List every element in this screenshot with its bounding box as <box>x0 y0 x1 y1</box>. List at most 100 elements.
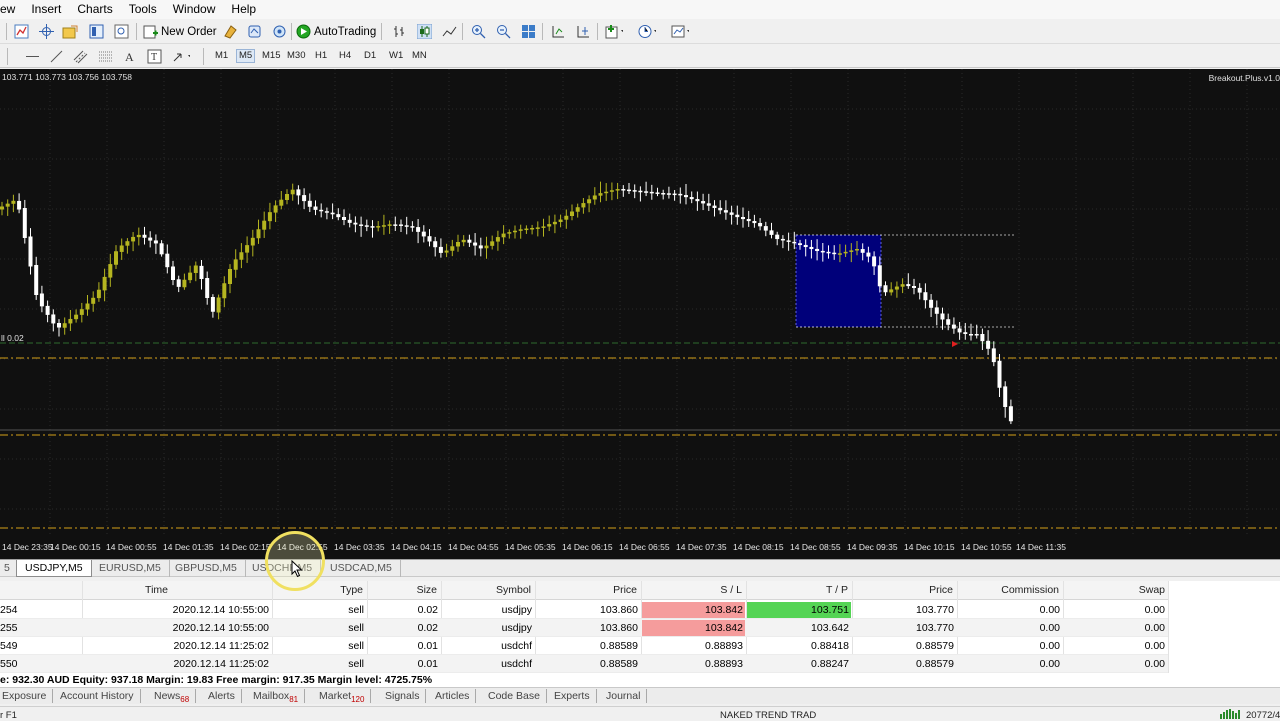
zoom-out-icon[interactable] <box>494 22 512 40</box>
autotrading-button[interactable]: AutoTrading <box>296 22 376 41</box>
time-tick-label: 14 Dec 00:55 <box>106 542 157 552</box>
cell-tp: 103.642 <box>811 622 849 634</box>
candle-body <box>193 265 198 273</box>
periods-icon[interactable] <box>638 22 656 40</box>
indicators-icon[interactable] <box>605 22 623 40</box>
menu-window[interactable]: Window <box>165 0 224 19</box>
terminal-tab-label: Account History <box>60 690 134 702</box>
trendline-icon[interactable] <box>47 47 65 65</box>
candle-body <box>906 284 911 287</box>
candle-body <box>598 193 603 196</box>
timeframe-d1[interactable]: D1 <box>362 49 378 63</box>
menu-tools[interactable]: Tools <box>121 0 165 19</box>
terminal-tab-market[interactable]: Market120 <box>313 689 372 704</box>
chart-tab-usdjpy[interactable]: USDJPY,M5 <box>16 560 92 577</box>
candle-body <box>826 251 831 254</box>
zoom-in-icon[interactable] <box>469 22 487 40</box>
crosshair-icon[interactable] <box>37 22 55 40</box>
col-sl-header[interactable]: S / L <box>720 584 742 596</box>
candle-body <box>182 279 187 288</box>
chart-tab-eurusd[interactable]: EURUSD,M5 <box>91 560 170 577</box>
terminal-tab-alerts[interactable]: Alerts <box>202 689 242 703</box>
menu-help[interactable]: Help <box>223 0 264 19</box>
timeframe-m15[interactable]: M15 <box>260 49 282 63</box>
svg-text:T: T <box>151 52 157 63</box>
terminal-tab-mailbox[interactable]: Mailbox81 <box>247 689 306 704</box>
autoscroll-icon[interactable] <box>549 22 567 40</box>
candle-body <box>456 242 460 247</box>
terminal-tab-journal[interactable]: Journal <box>600 689 648 703</box>
fibonacci-icon[interactable] <box>96 47 114 65</box>
channel-icon[interactable] <box>71 47 89 65</box>
menu-insert[interactable]: Insert <box>23 0 69 19</box>
terminal-tab-articles[interactable]: Articles <box>429 689 477 703</box>
candle-body <box>934 307 939 314</box>
col-swap-header[interactable]: Swap <box>1139 584 1165 596</box>
new-order-button[interactable]: New Order <box>143 22 217 41</box>
timeframe-h1[interactable]: H1 <box>313 49 329 63</box>
col-tp-header[interactable]: T / P <box>826 584 848 596</box>
menu-charts[interactable]: Charts <box>69 0 120 19</box>
terminal-tab-experts[interactable]: Experts <box>548 689 597 703</box>
candle-body <box>256 229 261 239</box>
col-current-price-header[interactable]: Price <box>929 584 953 596</box>
chart-tab-gbpusd[interactable]: GBPUSD,M5 <box>167 560 246 577</box>
timeframe-m5[interactable]: M5 <box>236 49 256 63</box>
price-chart[interactable]: 103.771 103.773 103.756 103.758 Breakout… <box>0 69 1280 559</box>
timeframe-w1[interactable]: W1 <box>387 49 405 63</box>
metaeditor-icon[interactable] <box>221 22 239 40</box>
chart-tab-usdcad[interactable]: USDCAD,M5 <box>322 560 401 577</box>
terminal-tab-exposure[interactable]: Exposure <box>0 689 54 703</box>
chart-shift-icon[interactable] <box>574 22 592 40</box>
candle-body <box>535 227 540 229</box>
toolbar-separator <box>7 48 8 65</box>
trade-row[interactable]: 550 2020.12.14 11:25:02 sell 0.01 usdchf 0.88… <box>0 655 1168 673</box>
tile-windows-icon[interactable] <box>519 22 537 40</box>
timeframe-m1[interactable]: M1 <box>213 49 230 63</box>
candle-body <box>672 193 677 196</box>
text-label-icon[interactable]: T <box>145 47 163 65</box>
cell-order: 550 <box>0 658 18 670</box>
candle-body <box>769 230 774 235</box>
menu-view[interactable]: ew <box>0 0 23 19</box>
candle-body <box>763 226 768 231</box>
horizontal-line-icon[interactable] <box>23 47 41 65</box>
col-size-header[interactable]: Size <box>417 584 437 596</box>
profiles-icon[interactable] <box>61 22 79 40</box>
terminal-tab-code-base[interactable]: Code Base <box>482 689 547 703</box>
col-time-header[interactable]: Time <box>145 584 168 596</box>
timeframe-h4[interactable]: H4 <box>337 49 353 63</box>
line-chart-icon[interactable] <box>440 22 458 40</box>
time-tick-label: 14 Dec 00:15 <box>50 542 101 552</box>
bar-chart-icon[interactable] <box>390 22 408 40</box>
templates-icon[interactable] <box>671 22 689 40</box>
trade-row[interactable]: 255 2020.12.14 10:55:00 sell 0.02 usdjpy 103.… <box>0 619 1168 637</box>
options-icon[interactable] <box>270 22 288 40</box>
arrows-icon[interactable] <box>172 47 190 65</box>
terminal-tab-news[interactable]: News68 <box>148 689 197 704</box>
navigator-icon[interactable] <box>112 22 130 40</box>
candle-body <box>632 190 637 192</box>
col-price-header[interactable]: Price <box>613 584 637 596</box>
autotrading-label: AutoTrading <box>314 25 377 38</box>
col-commission-header[interactable]: Commission <box>1001 584 1059 596</box>
terminal-tab-account-history[interactable]: Account History <box>54 689 141 703</box>
new-chart-icon[interactable] <box>12 22 30 40</box>
trade-row[interactable]: 254 2020.12.14 10:55:00 sell 0.02 usdjpy 103.… <box>0 601 1168 619</box>
col-symbol-header[interactable]: Symbol <box>496 584 531 596</box>
timeframe-m30[interactable]: M30 <box>285 49 307 63</box>
candle-body <box>233 259 238 270</box>
text-icon[interactable]: A <box>120 47 138 65</box>
market-watch-icon[interactable] <box>87 22 105 40</box>
strategy-tester-icon[interactable] <box>245 22 263 40</box>
candlestick-icon[interactable] <box>415 22 433 40</box>
cell-price: 103.860 <box>600 604 638 616</box>
time-tick-label: 14 Dec 04:55 <box>448 542 499 552</box>
candle-body <box>666 193 671 195</box>
candle-body <box>131 236 136 242</box>
terminal-tab-signals[interactable]: Signals <box>379 689 427 703</box>
col-type-header[interactable]: Type <box>340 584 363 596</box>
timeframe-mn[interactable]: MN <box>410 49 429 63</box>
trade-row[interactable]: 549 2020.12.14 11:25:02 sell 0.01 usdchf 0.88… <box>0 637 1168 655</box>
candle-body <box>0 206 4 210</box>
